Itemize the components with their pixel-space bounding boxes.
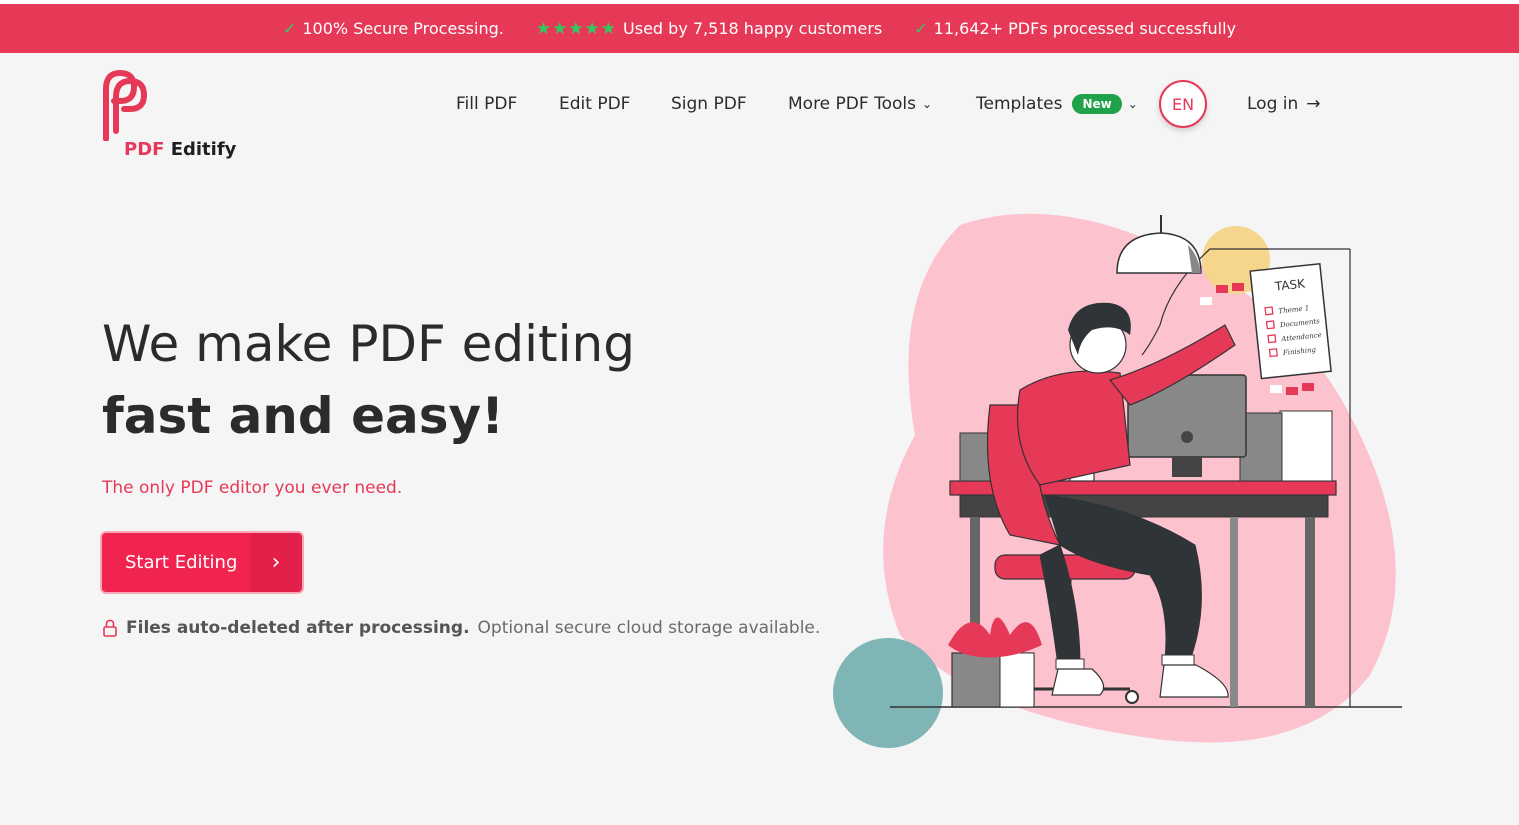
hero-title: We make PDF editing fast and easy!: [102, 308, 802, 452]
chevron-right-icon: ›: [250, 533, 302, 592]
check-icon: ✓: [914, 19, 928, 38]
promo-secure-text: 100% Secure Processing.: [302, 19, 504, 38]
privacy-notice-strong: Files auto-deleted after processing.: [126, 618, 470, 638]
new-badge: New: [1072, 94, 1122, 114]
nav-sign-pdf[interactable]: Sign PDF: [671, 94, 747, 114]
promo-customers-text: Used by 7,518 happy customers: [623, 19, 883, 38]
login-link[interactable]: Log in →: [1247, 94, 1321, 114]
check-icon: ✓: [282, 19, 297, 38]
hero-tagline: The only PDF editor you ever need.: [102, 478, 403, 498]
language-switcher[interactable]: EN: [1159, 80, 1207, 128]
star-rating-icon: ★★★★★: [535, 18, 618, 39]
login-label: Log in: [1247, 94, 1299, 114]
hero-title-line2: fast and easy!: [102, 387, 504, 445]
nav-more-tools[interactable]: More PDF Tools ⌄: [788, 94, 932, 114]
promo-processed: ✓ 11,642+ PDFs processed successfully: [914, 19, 1236, 38]
privacy-notice: Files auto-deleted after processing. Opt…: [102, 618, 820, 638]
brand-logo[interactable]: PDF Editify: [100, 69, 236, 160]
privacy-notice-text: Optional secure cloud storage available.: [477, 618, 821, 638]
nav-templates-label: Templates: [976, 94, 1063, 114]
office-worker-illustration: TASK Theme 1 Documents Attendance Finish…: [833, 213, 1402, 748]
chevron-down-icon: ⌄: [921, 97, 933, 111]
nav-edit-pdf[interactable]: Edit PDF: [559, 94, 630, 114]
lock-icon: [103, 619, 117, 637]
nav-templates[interactable]: Templates New ⌄: [976, 94, 1138, 114]
nav-fill-pdf[interactable]: Fill PDF: [456, 94, 517, 114]
nav-more-tools-label: More PDF Tools: [788, 94, 916, 114]
start-editing-button[interactable]: Start Editing ›: [100, 531, 304, 594]
start-editing-label: Start Editing: [125, 552, 238, 573]
promo-bar: ✓ 100% Secure Processing. ★★★★★ Used by …: [0, 4, 1519, 53]
promo-secure: ✓ 100% Secure Processing.: [283, 19, 504, 38]
promo-customers: ★★★★★ Used by 7,518 happy customers: [536, 19, 882, 39]
brand-name: PDF Editify: [124, 139, 237, 160]
hero-illustration: TASK Theme 1 Documents Attendance Finish…: [830, 205, 1420, 765]
chevron-down-icon: ⌄: [1127, 97, 1138, 111]
arrow-right-icon: →: [1306, 94, 1321, 114]
hero-title-line1: We make PDF editing: [102, 315, 635, 373]
promo-processed-text: 11,642+ PDFs processed successfully: [933, 19, 1237, 38]
pdf-logo-icon: [103, 69, 148, 141]
site-header: PDF Editify Fill PDF Edit PDF Sign PDF M…: [0, 53, 1519, 160]
